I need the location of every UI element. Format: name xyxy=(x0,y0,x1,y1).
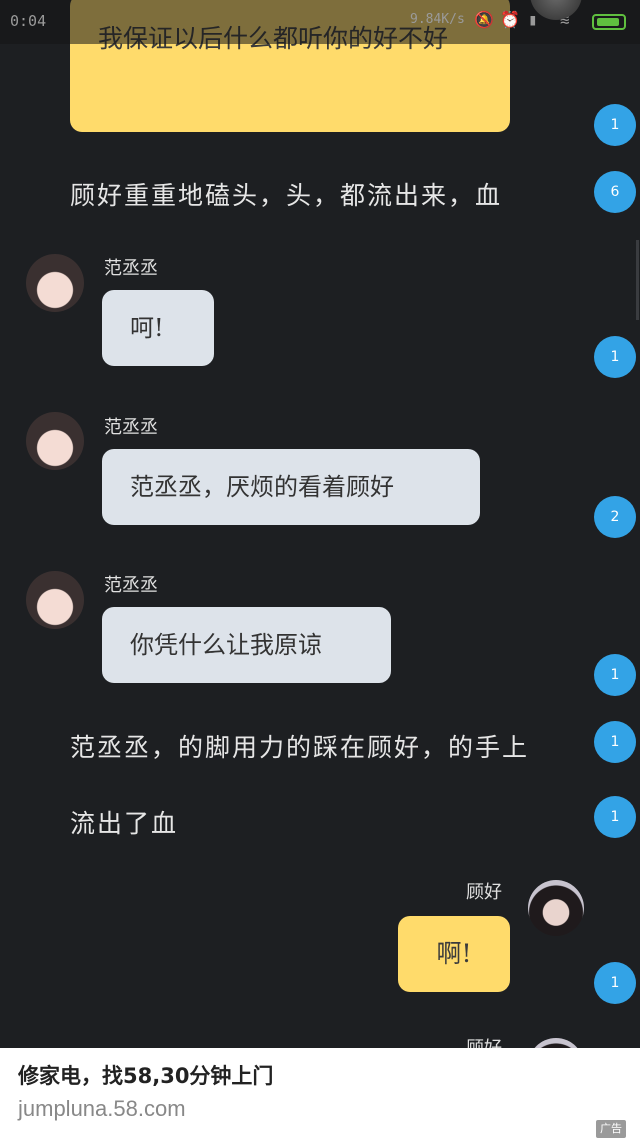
alarm-icon: ⏰ xyxy=(500,10,520,29)
comment-count-badge[interactable]: 1 xyxy=(594,796,636,838)
message-text: 呵! xyxy=(130,314,164,342)
chat-bubble-left: 呵! xyxy=(102,290,214,366)
comment-count-badge[interactable]: 2 xyxy=(594,496,636,538)
ad-url[interactable]: jumpluna.58.com xyxy=(18,1096,186,1122)
avatar[interactable] xyxy=(26,254,84,312)
narration-text: 流出了血 xyxy=(70,809,179,838)
comment-count-badge[interactable]: 1 xyxy=(594,962,636,1004)
status-bar: 0:04 9.84K/s 🔕 ⏰ ▮ ≋ xyxy=(0,0,640,44)
scrollbar[interactable] xyxy=(636,240,639,320)
status-time: 0:04 xyxy=(10,12,47,30)
comment-count-badge[interactable]: 1 xyxy=(594,104,636,146)
comment-count-badge[interactable]: 1 xyxy=(594,721,636,763)
comment-count-badge[interactable]: 6 xyxy=(594,171,636,213)
sender-name: 范丞丞 xyxy=(104,575,158,596)
mute-icon: 🔕 xyxy=(474,10,494,29)
narration-text: 顾好重重地磕头，头，都流出来，血 xyxy=(70,181,503,210)
sender-name: 范丞丞 xyxy=(104,417,158,438)
battery-icon xyxy=(592,14,626,30)
comment-count-badge[interactable]: 1 xyxy=(594,654,636,696)
ad-label: 广告 xyxy=(596,1120,626,1138)
chat-bubble-left: 你凭什么让我原谅 xyxy=(102,607,391,683)
sender-name: 顾好 xyxy=(466,882,502,903)
avatar[interactable] xyxy=(26,571,84,629)
comment-count-badge[interactable]: 1 xyxy=(594,336,636,378)
message-text: 你凭什么让我原谅 xyxy=(130,631,322,659)
sender-name: 范丞丞 xyxy=(104,258,158,279)
ad-banner[interactable]: 修家电，找58,30分钟上门 jumpluna.58.com xyxy=(0,1048,640,1138)
avatar[interactable] xyxy=(26,412,84,470)
network-speed: 9.84K/s xyxy=(410,12,465,27)
narration-text: 范丞丞，的脚用力的踩在顾好，的手上 xyxy=(70,733,530,762)
chat-bubble-left: 范丞丞，厌烦的看着顾好 xyxy=(102,449,480,525)
message-text: 啊! xyxy=(436,939,472,968)
message-text: 范丞丞，厌烦的看着顾好 xyxy=(130,473,394,501)
chat-bubble-right: 啊! xyxy=(398,916,510,992)
avatar[interactable] xyxy=(528,880,584,936)
ad-title[interactable]: 修家电，找58,30分钟上门 xyxy=(18,1060,273,1090)
